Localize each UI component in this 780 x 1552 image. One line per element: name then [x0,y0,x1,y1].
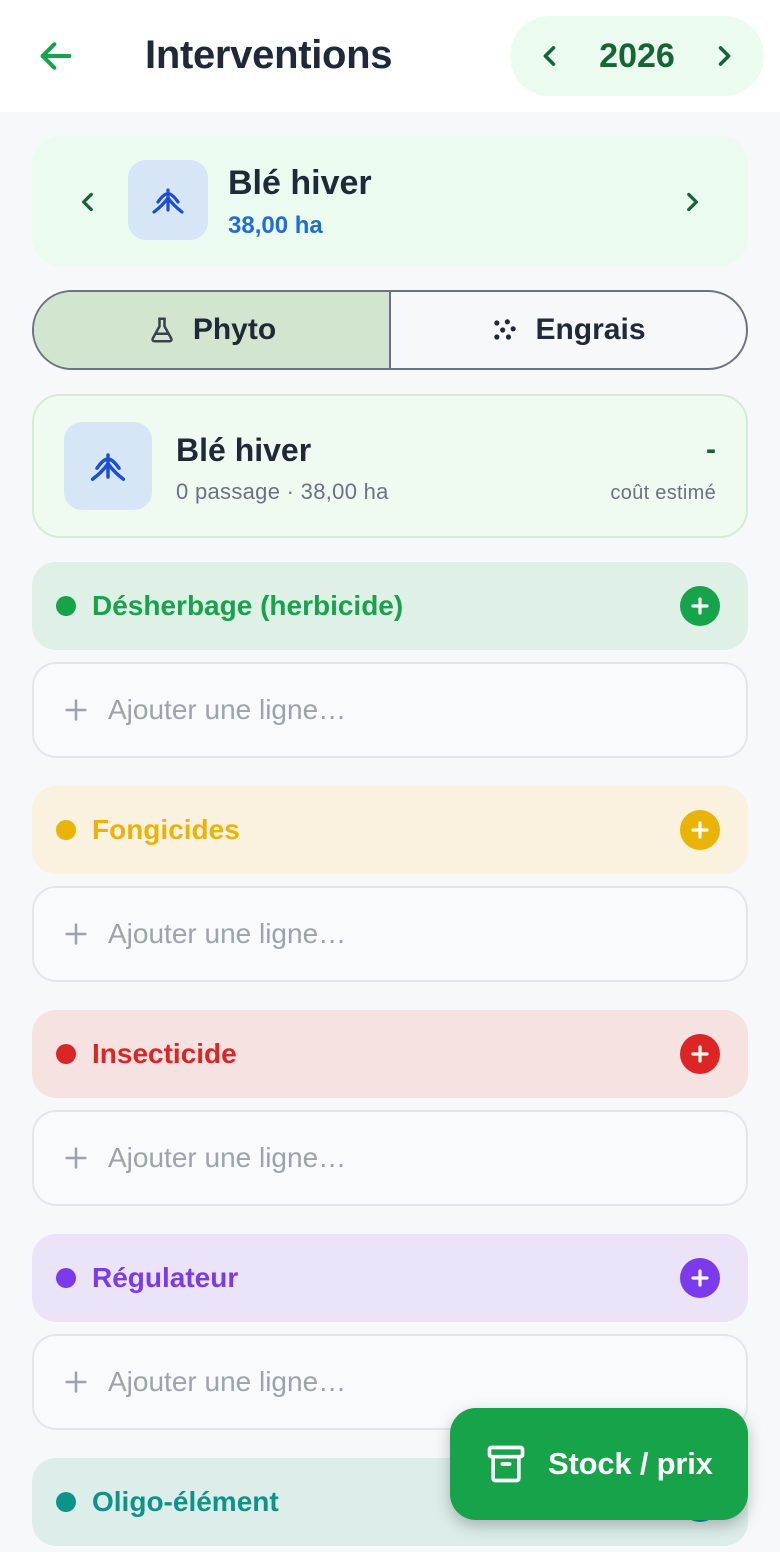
category-header-insecticide: Insecticide [32,1010,748,1098]
category-dot [56,820,76,840]
crop-prev-button[interactable] [68,180,108,224]
add-insecticide-button[interactable] [680,1034,720,1074]
tab-engrais-label: Engrais [535,313,646,346]
chevron-left-icon [543,46,556,66]
crop-avatar [64,422,152,510]
back-button[interactable] [30,30,82,82]
year-next-button[interactable] [704,36,744,76]
plus-icon [65,1371,87,1393]
category-label: Régulateur [92,1262,239,1293]
tab-phyto-label: Phyto [192,313,277,346]
crop-name: Blé hiver [228,164,372,202]
plus-icon [65,699,87,721]
summary-crop-name: Blé hiver [176,432,312,468]
category-header-fongicides: Fongicides [32,786,748,874]
add-desherbage-button[interactable] [680,586,720,626]
category-label: Fongicides [92,814,240,845]
flask-icon [151,317,173,343]
plus-icon [65,1147,87,1169]
category-header-desherbage: Désherbage (herbicide) [32,562,748,650]
add-line-row[interactable]: Ajouter une ligne… [32,1110,748,1206]
archive-icon [487,1445,525,1483]
chevron-right-icon [687,192,698,212]
tab-engrais[interactable]: Engrais [391,292,746,368]
plus-icon [691,1045,709,1063]
category-label: Désherbage (herbicide) [92,590,404,621]
stock-price-fab[interactable]: Stock / prix [450,1408,748,1520]
page-title: Interventions [145,33,393,77]
year-value: 2026 [599,37,675,75]
wheat-icon [152,188,184,214]
category-dot [56,1492,76,1512]
plus-icon [691,597,709,615]
chevron-right-icon [718,46,731,66]
add-line-placeholder: Ajouter une ligne… [108,694,347,725]
category-label: Oligo-élément [92,1486,279,1517]
crop-area: 38,00 ha [228,212,323,239]
arrow-left-icon [40,42,72,70]
category-label: Insecticide [92,1038,237,1069]
summary-cost-value: - [706,433,716,466]
crop-next-button[interactable] [672,180,712,224]
add-line-row[interactable]: Ajouter une ligne… [32,662,748,758]
crop-summary-card[interactable]: Blé hiver 0 passage · 38,00 ha - coût es… [32,394,748,538]
plus-icon [691,821,709,839]
year-selector: 2026 [510,16,764,96]
add-line-row[interactable]: Ajouter une ligne… [32,886,748,982]
granules-icon [494,319,517,340]
plus-icon [65,923,87,945]
wheat-icon [90,453,126,481]
app-bar: Interventions 2026 [0,0,780,112]
add-line-placeholder: Ajouter une ligne… [108,1142,347,1173]
type-segmented-control: Phyto Engrais [32,290,748,370]
category-dot [56,1044,76,1064]
tab-phyto[interactable]: Phyto [34,292,391,368]
year-prev-button[interactable] [530,36,570,76]
category-header-regulateur: Régulateur [32,1234,748,1322]
category-dot [56,1268,76,1288]
add-line-placeholder: Ajouter une ligne… [108,1366,347,1397]
summary-cost-label: coût estimé [610,482,716,504]
chevron-left-icon [82,192,93,212]
crop-selector: Blé hiver 38,00 ha [32,136,748,266]
plus-icon [691,1269,709,1287]
fab-label: Stock / prix [548,1446,713,1481]
add-regulateur-button[interactable] [680,1258,720,1298]
add-line-placeholder: Ajouter une ligne… [108,918,347,949]
crop-avatar [128,160,208,240]
add-fongicides-button[interactable] [680,810,720,850]
category-dot [56,596,76,616]
summary-subtitle: 0 passage · 38,00 ha [176,479,389,504]
